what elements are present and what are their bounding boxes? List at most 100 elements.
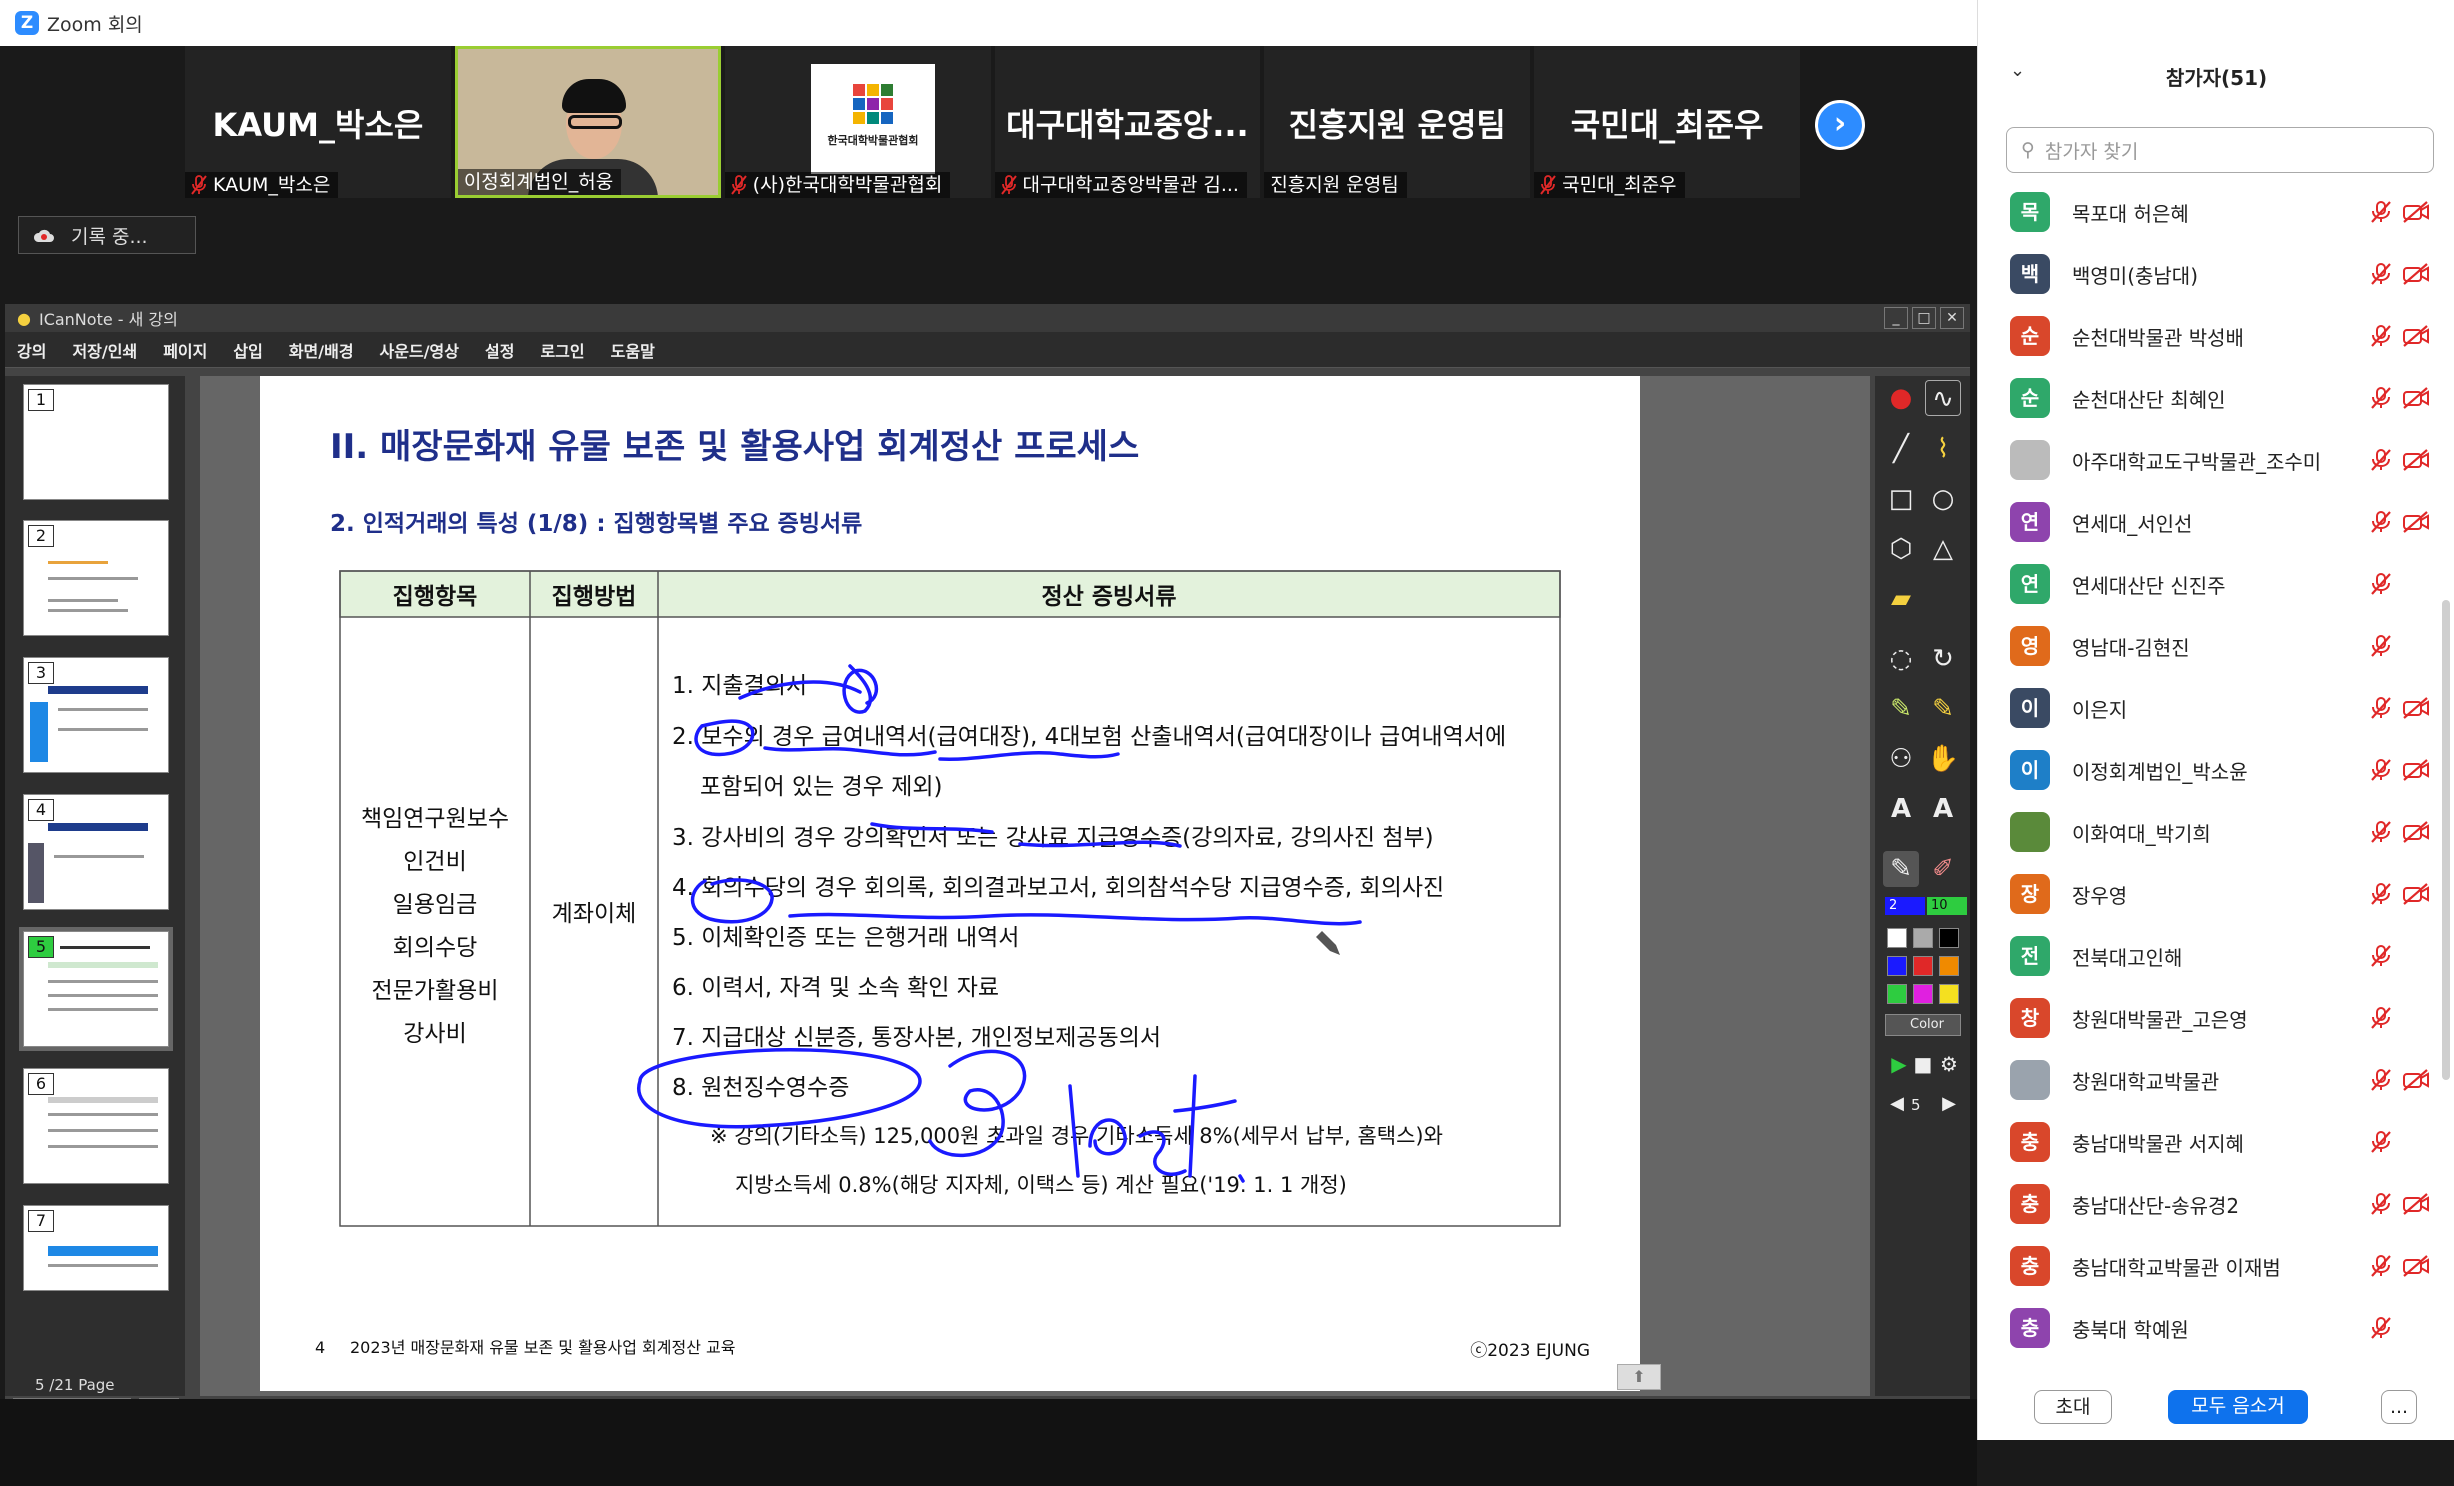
participant-row[interactable]: 순 순천대박물관 박성배 xyxy=(2010,306,2430,366)
eraser-size-select[interactable]: 10 xyxy=(1927,897,1967,915)
icannote-maximize-button[interactable]: □ xyxy=(1912,307,1936,329)
participant-list: 목 목포대 허은혜 백 백영미(충남대) 순 순천대박물관 박성배 순 순천대산단 최혜인 아주… xyxy=(1978,178,2438,1368)
participant-row[interactable]: 아주대학교도구박물관_조수미 xyxy=(2010,430,2430,490)
invite-button[interactable]: 초대 xyxy=(2034,1390,2112,1424)
menu-login[interactable]: 로그인 xyxy=(540,338,584,362)
avatar xyxy=(2010,1060,2050,1100)
video-tile[interactable]: KAUM_박소은 KAUM_박소은 xyxy=(185,46,451,198)
participant-row[interactable]: 연 연세대산단 신진주 xyxy=(2010,554,2430,614)
video-tile[interactable]: 진흥지원 운영팀 진흥지원 운영팀 xyxy=(1264,46,1531,198)
color-swatch-blue[interactable] xyxy=(1887,956,1907,976)
more-options-button[interactable]: ... xyxy=(2381,1390,2417,1424)
menu-settings[interactable]: 설정 xyxy=(485,338,514,362)
lasso-select-icon[interactable]: ◌ xyxy=(1883,641,1919,677)
slide-thumbnail[interactable]: 2 xyxy=(23,520,169,636)
text-tool-icon[interactable]: A xyxy=(1883,791,1919,827)
scroll-up-button[interactable]: ⬆ xyxy=(1617,1364,1661,1390)
participant-row[interactable]: 이화여대_박기희 xyxy=(2010,802,2430,862)
slide-thumbnail[interactable]: 6 xyxy=(23,1068,169,1184)
footer-page-number: 4 xyxy=(315,1338,325,1357)
participant-row[interactable]: 충 충북대 학예원 xyxy=(2010,1298,2430,1358)
pen-size-select[interactable]: 2 xyxy=(1885,897,1925,915)
participant-row[interactable]: 목 목포대 허은혜 xyxy=(2010,182,2430,242)
participant-search-input[interactable]: ⚲ 참가자 찾기 xyxy=(2006,127,2434,173)
sticky-note-icon[interactable]: ▰ xyxy=(1883,581,1919,617)
menu-sound-video[interactable]: 사운드/영상 xyxy=(380,338,459,362)
video-off-icon xyxy=(2403,1069,2429,1091)
participant-row[interactable]: 충 충남대박물관 서지혜 xyxy=(2010,1112,2430,1172)
video-tile[interactable]: 한국대학박물관협회 (사)한국대학박물관협회 xyxy=(724,46,991,198)
video-tile-active-speaker[interactable]: 이정회계법인_허웅 xyxy=(454,46,721,198)
slide-canvas[interactable]: II. 매장문화재 유물 보존 및 활용사업 회계정산 프로세스 2. 인적거래… xyxy=(260,376,1640,1391)
menu-lecture[interactable]: 강의 xyxy=(17,338,46,362)
slide-thumbnail-current[interactable]: 5 xyxy=(19,927,173,1051)
icannote-title: ICanNote - 새 강의 xyxy=(38,310,178,329)
settings-gear-icon[interactable]: ⚙ xyxy=(1931,1046,1967,1082)
item-cell: 강사비 xyxy=(403,1021,466,1047)
menu-insert[interactable]: 삽입 xyxy=(233,338,262,362)
rectangle-tool-icon[interactable]: □ xyxy=(1883,481,1919,517)
slide-thumbnail[interactable]: 1 xyxy=(23,384,169,500)
slide-thumbnail[interactable]: 7 xyxy=(23,1205,169,1291)
color-swatch-white[interactable] xyxy=(1887,928,1907,948)
recording-indicator[interactable]: 기록 중... xyxy=(18,216,196,254)
color-swatch-green[interactable] xyxy=(1887,984,1907,1004)
video-off-icon xyxy=(2403,759,2429,781)
record-dot-icon[interactable]: ● xyxy=(1883,380,1919,416)
color-swatch-gray[interactable] xyxy=(1913,928,1933,948)
mic-muted-icon xyxy=(2371,945,2391,967)
line-tool-icon[interactable]: ╱ xyxy=(1883,431,1919,467)
participant-row[interactable]: 충 충남대산단-송유경2 xyxy=(2010,1174,2430,1234)
color-swatch-black[interactable] xyxy=(1939,928,1959,948)
prev-page-icon[interactable]: ◀ xyxy=(1879,1086,1915,1122)
curve-tool-icon[interactable]: ∿ xyxy=(1925,380,1961,416)
participant-row[interactable]: 영 영남대-김현진 xyxy=(2010,616,2430,676)
video-off-icon xyxy=(2403,449,2429,471)
menu-help[interactable]: 도움말 xyxy=(611,338,655,362)
hand-pan-icon[interactable]: ✋ xyxy=(1925,741,1961,777)
tile-caption: 이정회계법인_허웅 xyxy=(463,171,614,193)
color-picker-button[interactable]: Color xyxy=(1885,1014,1961,1036)
multi-line-tool-icon[interactable]: ⌇ xyxy=(1925,431,1961,467)
slide-thumbnail[interactable]: 4 xyxy=(23,794,169,910)
participant-row[interactable]: 창원대학교박물관 xyxy=(2010,1050,2430,1110)
marker-icon[interactable]: ✎ xyxy=(1925,691,1961,727)
participant-row[interactable]: 순 순천대산단 최혜인 xyxy=(2010,368,2430,428)
slide-thumbnail[interactable]: 3 xyxy=(23,657,169,773)
triangle-tool-icon[interactable]: △ xyxy=(1925,531,1961,567)
participant-list-scrollbar[interactable] xyxy=(2442,600,2450,1080)
color-swatch-red[interactable] xyxy=(1913,956,1933,976)
icannote-minimize-button[interactable]: _ xyxy=(1884,307,1908,329)
menu-screen-background[interactable]: 화면/배경 xyxy=(289,338,354,362)
rotate-icon[interactable]: ↻ xyxy=(1925,641,1961,677)
mute-all-button[interactable]: 모두 음소거 xyxy=(2168,1390,2308,1424)
icannote-close-button[interactable]: ✕ xyxy=(1940,307,1964,329)
color-swatch-magenta[interactable] xyxy=(1913,984,1933,1004)
menu-save-print[interactable]: 저장/인쇄 xyxy=(72,338,137,362)
eraser-icon[interactable]: ✐ xyxy=(1925,851,1961,887)
pen-tool-icon[interactable]: ✎ xyxy=(1883,851,1919,887)
participant-row[interactable]: 전 전북대고인해 xyxy=(2010,926,2430,986)
highlighter-icon[interactable]: ✎ xyxy=(1883,691,1919,727)
participant-row[interactable]: 백 백영미(충남대) xyxy=(2010,244,2430,304)
color-swatch-orange[interactable] xyxy=(1939,956,1959,976)
participant-row[interactable]: 창 창원대박물관_고은영 xyxy=(2010,988,2430,1048)
video-tile[interactable]: 국민대_최준우 국민대_최준우 xyxy=(1534,46,1800,198)
participant-row[interactable]: 연 연세대_서인선 xyxy=(2010,492,2430,552)
participant-name: 연세대_서인선 xyxy=(2072,511,2193,536)
participant-row[interactable]: 이 이정회계법인_박소윤 xyxy=(2010,740,2430,800)
video-tile[interactable]: 대구대학교중앙... 대구대학교중앙박물관 김... xyxy=(994,46,1261,198)
circle-tool-icon[interactable]: ○ xyxy=(1925,481,1961,517)
color-swatch-yellow[interactable] xyxy=(1939,984,1959,1004)
hexagon-tool-icon[interactable]: ⬡ xyxy=(1883,531,1919,567)
participant-row[interactable]: 이 이은지 xyxy=(2010,678,2430,738)
window-title: Zoom 회의 xyxy=(47,13,143,36)
text-style-icon[interactable]: A xyxy=(1925,791,1961,827)
next-page-button[interactable]: › xyxy=(1815,100,1865,150)
shapes-icon[interactable]: ⚇ xyxy=(1883,741,1919,777)
next-page-icon[interactable]: ▶ xyxy=(1931,1086,1967,1122)
participant-row[interactable]: 장 장우영 xyxy=(2010,864,2430,924)
menu-page[interactable]: 페이지 xyxy=(163,338,207,362)
avatar xyxy=(2010,440,2050,480)
participant-row[interactable]: 충 충남대학교박물관 이재범 xyxy=(2010,1236,2430,1296)
